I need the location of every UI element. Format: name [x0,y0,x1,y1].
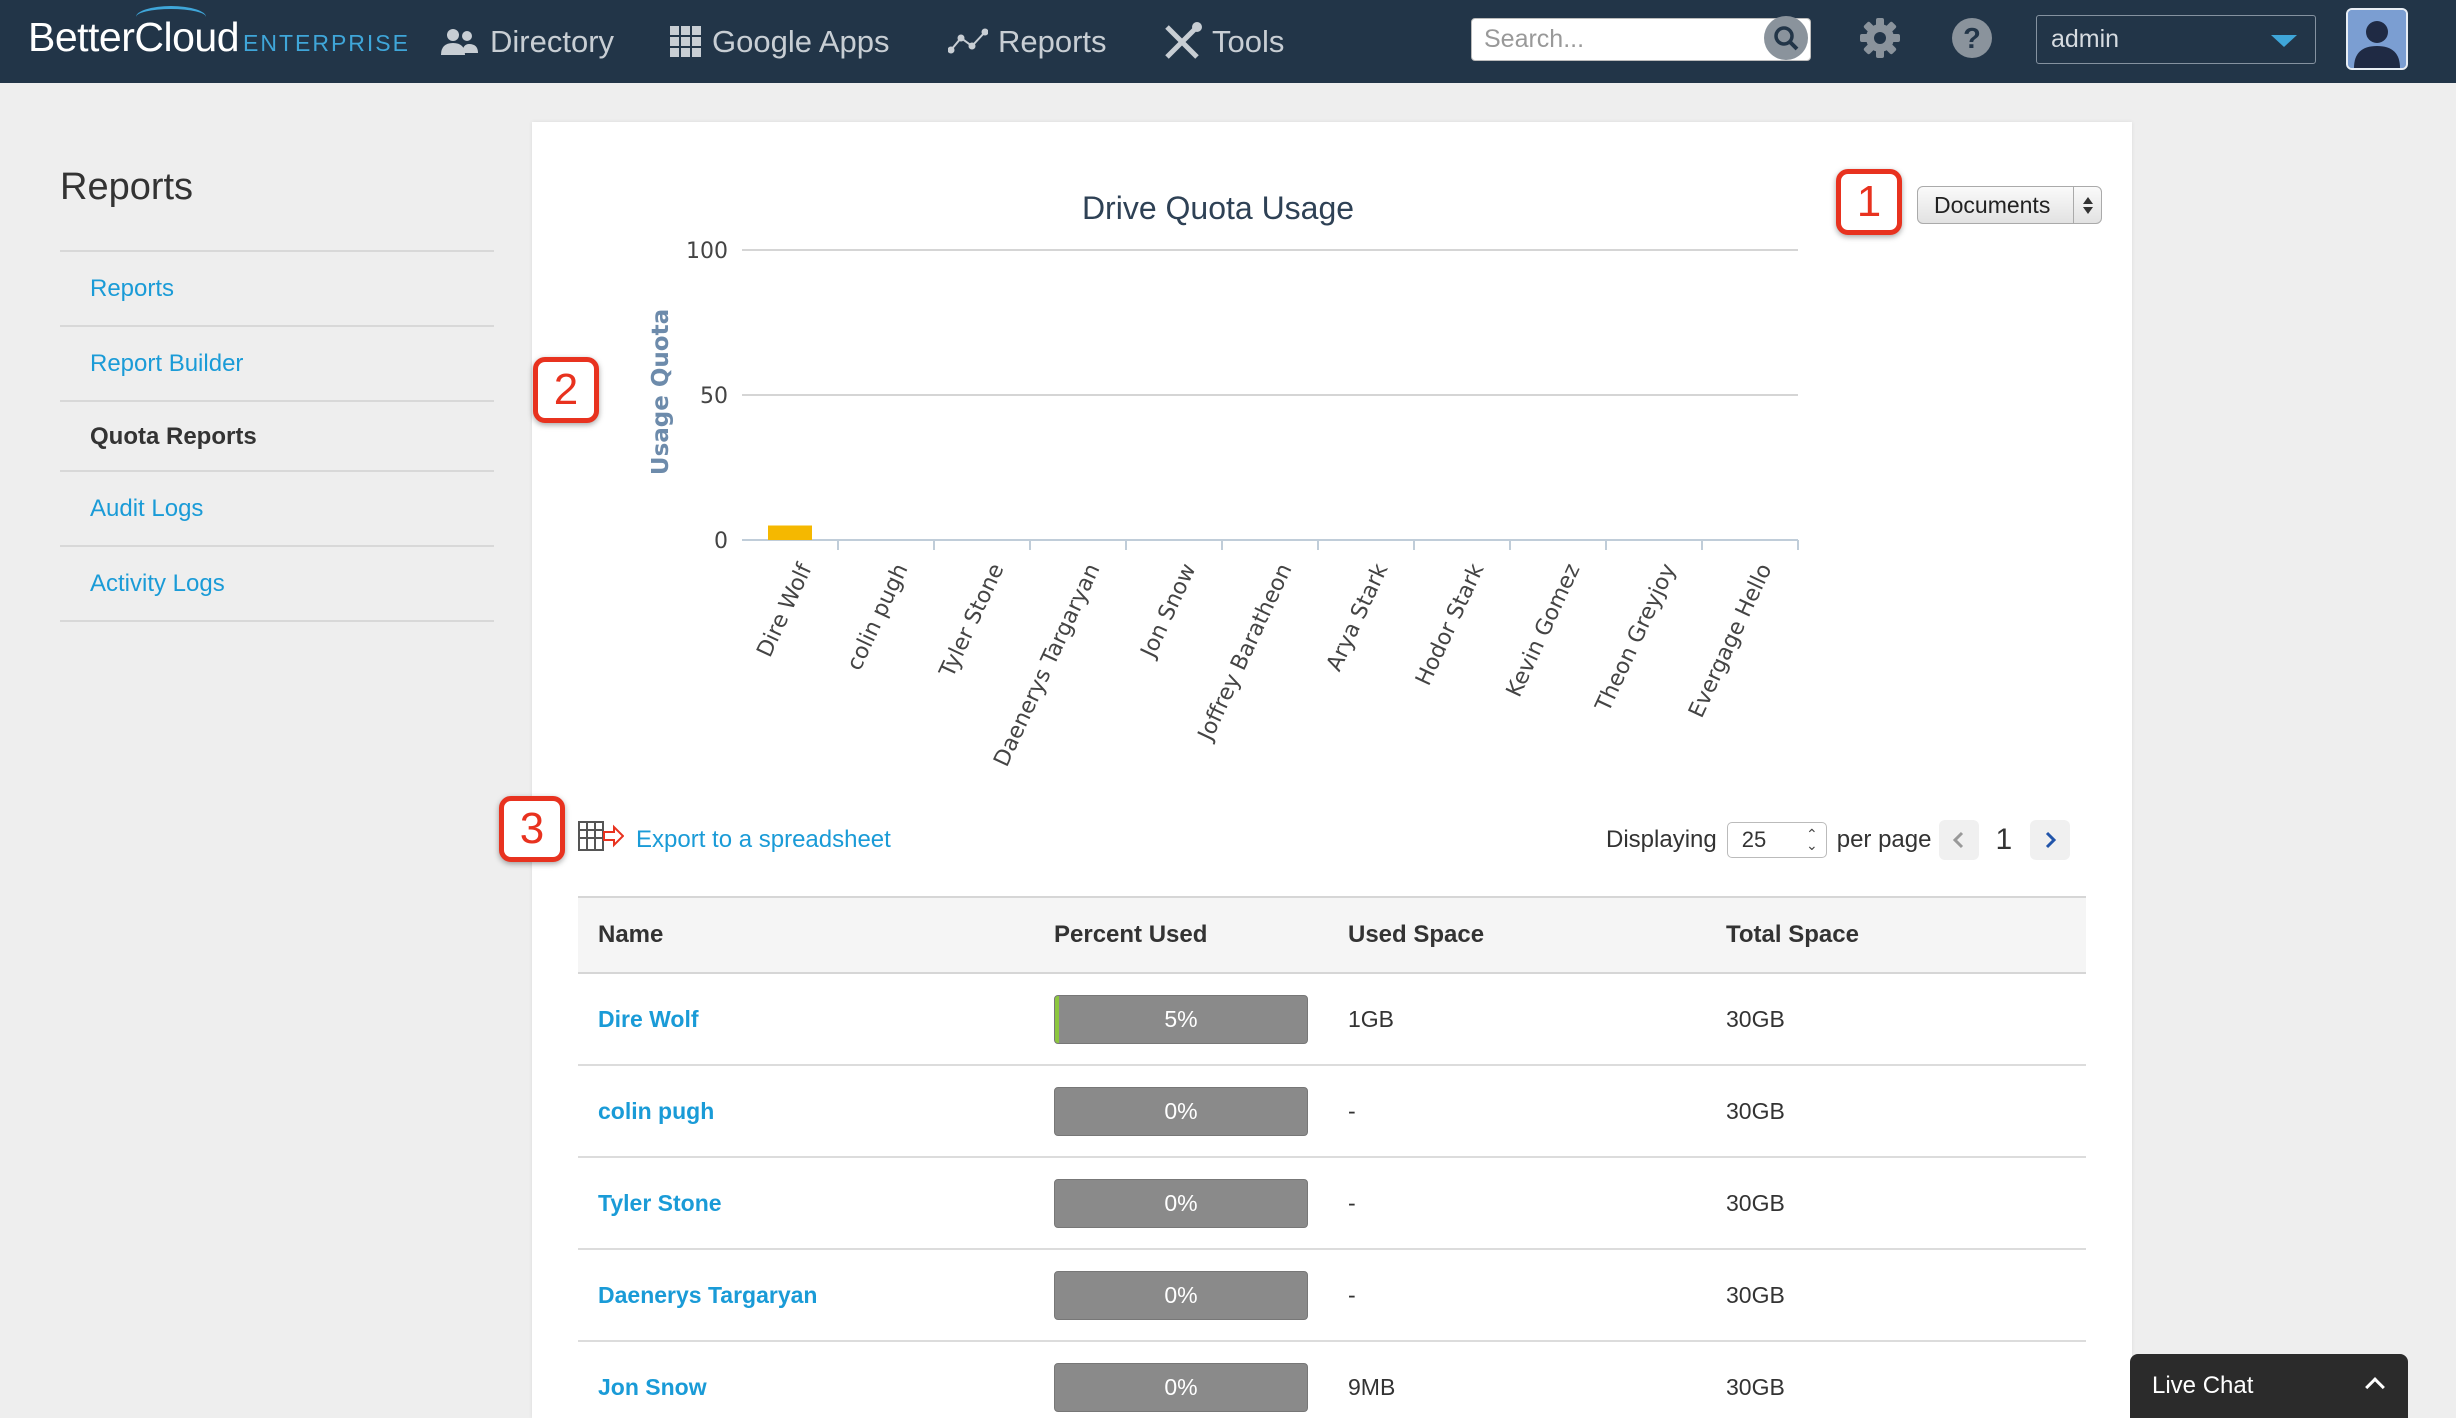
callout-1: 1 [1836,169,1902,235]
column-header-total-space[interactable]: Total Space [1706,896,2086,974]
total-space-cell: 30GB [1706,973,2086,1066]
used-space-cell: 1GB [1328,973,1706,1066]
x-category-label: Tyler Stone [935,560,1010,682]
table-row: Jon Snow 0% 9MB 30GB [578,1341,2086,1418]
user-name-link[interactable]: Dire Wolf [578,973,1034,1066]
usage-percent-label: 0% [1164,1097,1198,1124]
report-type-select[interactable]: Documents [1917,186,2102,224]
export-label: Export to a spreadsheet [636,825,891,853]
user-name-link[interactable]: Daenerys Targaryan [578,1249,1034,1342]
drive-quota-chart: 0 50 100 Usage Quota Dire Wolf colin pugh Tyle… [648,239,1799,771]
chevron-right-icon [2046,831,2057,849]
y-tick-label: 100 [686,239,728,264]
column-header-name[interactable]: Name [578,896,1034,974]
percent-used-cell: 0% [1034,1249,1328,1342]
x-category-label: Kevin Gomez [1502,560,1586,701]
callout-3: 3 [499,796,565,862]
table-body: Dire Wolf 5% 1GB 30GB colin pugh 0% -30GB Tyler… [578,973,2086,1418]
x-category-label: Jon Snow [1136,560,1202,663]
table-row: Daenerys Targaryan 0% -30GB [578,1249,2086,1342]
user-name-link[interactable]: colin pugh [578,1065,1034,1158]
table-header-row: Name Percent Used Used Space Total Space [578,896,2086,974]
usage-progress-bar: 0% [1054,1086,1308,1136]
usage-percent-label: 0% [1164,1189,1198,1216]
total-space-cell: 30GB [1706,1065,2086,1158]
callout-2: 2 [533,357,599,423]
total-space-cell: 30GB [1706,1341,2086,1418]
usage-percent-label: 0% [1164,1281,1198,1308]
x-category-label: Arya Stark [1322,560,1394,675]
column-header-percent-used[interactable]: Percent Used [1034,896,1328,974]
y-tick-label: 0 [714,529,728,554]
percent-used-cell: 0% [1034,1065,1328,1158]
live-chat-button[interactable]: Live Chat [2130,1354,2408,1418]
pagination: Displaying 25 ⌃ ⌄ per page 1 [1606,820,2071,860]
usage-percent-label: 5% [1164,1005,1198,1032]
stepper-arrows-icon: ⌃ ⌄ [1805,826,1818,853]
table-row: colin pugh 0% -30GB [578,1065,2086,1158]
x-category-label: Theon Greyjoy [1591,560,1682,717]
usage-progress-bar: 0% [1054,1362,1308,1412]
chevron-up-icon [2365,1377,2385,1397]
total-space-cell: 30GB [1706,1157,2086,1250]
used-space-cell: - [1328,1157,1706,1250]
per-page-label: per page [1836,826,1932,853]
select-arrows-icon [2073,187,2101,223]
chevron-left-icon [1953,831,1964,849]
x-category-label: Hodor Stark [1411,560,1489,690]
used-space-cell: - [1328,1249,1706,1342]
per-page-value: 25 [1741,827,1767,852]
displaying-label: Displaying [1606,826,1717,853]
x-category-label: Daenerys Targaryan [989,560,1105,771]
x-category-label: colin pugh [842,560,913,674]
used-space-cell: - [1328,1065,1706,1158]
user-name-link[interactable]: Jon Snow [578,1341,1034,1418]
quota-table: Name Percent Used Used Space Total Space… [578,896,2086,1418]
used-space-cell: 9MB [1328,1341,1706,1418]
percent-used-cell: 0% [1034,1157,1328,1250]
usage-progress-bar: 0% [1054,1178,1308,1228]
current-page: 1 [1995,823,2013,856]
user-name-link[interactable]: Tyler Stone [578,1157,1034,1250]
percent-used-cell: 0% [1034,1341,1328,1418]
x-category-label: Joffrey Baratheon [1193,560,1298,746]
y-axis-label: Usage Quota [648,309,674,475]
x-category-label: Dire Wolf [753,559,818,661]
x-category-label: Evergage Hello [1684,560,1777,722]
live-chat-label: Live Chat [2152,1372,2254,1399]
report-type-value: Documents [1934,191,2051,218]
export-spreadsheet-link[interactable]: Export to a spreadsheet [578,820,891,859]
usage-percent-label: 0% [1164,1373,1198,1400]
y-tick-label: 50 [700,384,728,409]
per-page-select[interactable]: 25 ⌃ ⌄ [1726,822,1827,858]
bar [768,525,812,540]
usage-progress-bar: 5% [1054,994,1308,1044]
percent-used-cell: 5% [1034,973,1328,1066]
total-space-cell: 30GB [1706,1249,2086,1342]
previous-page-button[interactable] [1939,820,1980,860]
next-page-button[interactable] [2030,820,2071,860]
table-row: Tyler Stone 0% -30GB [578,1157,2086,1250]
usage-progress-bar: 0% [1054,1270,1308,1320]
spreadsheet-export-icon [578,820,625,859]
column-header-used-space[interactable]: Used Space [1328,896,1706,974]
table-row: Dire Wolf 5% 1GB 30GB [578,973,2086,1066]
